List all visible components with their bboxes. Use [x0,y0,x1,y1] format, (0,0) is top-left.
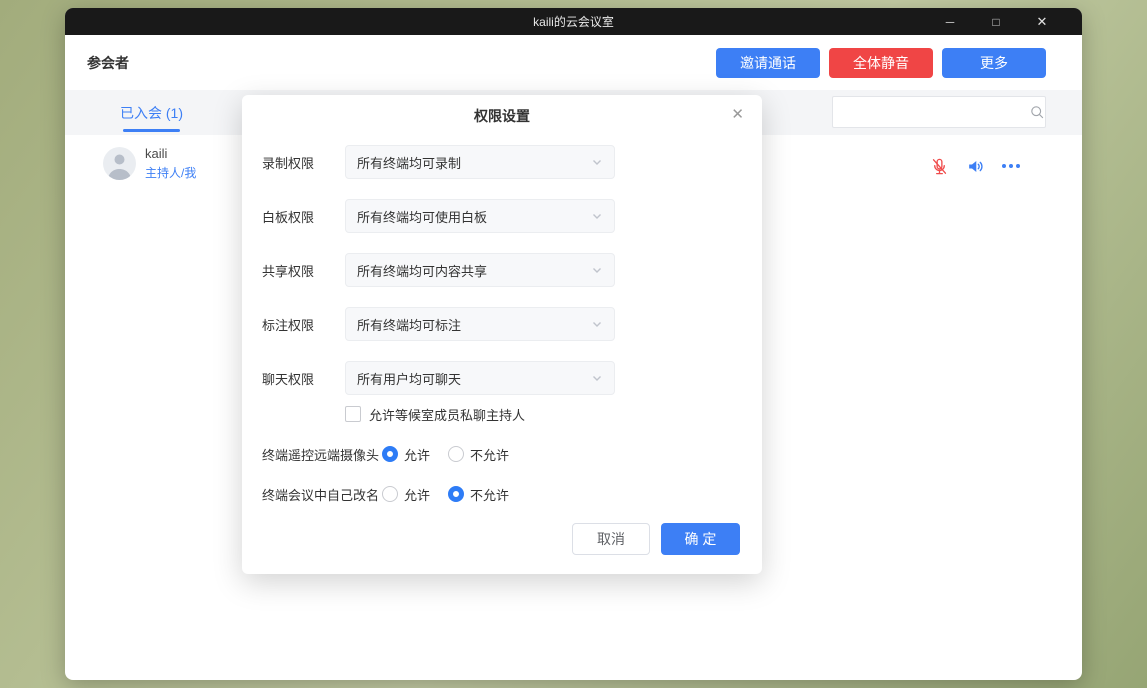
chat-permission-select[interactable]: 所有用户均可聊天 [345,361,615,395]
recording-permission-select[interactable]: 所有终端均可录制 [345,145,615,179]
sharing-permission-row: 共享权限 所有终端均可内容共享 [262,253,742,287]
row-label: 共享权限 [262,261,345,280]
chevron-down-icon [591,264,603,276]
more-options-icon[interactable] [1000,155,1022,177]
avatar [103,147,136,180]
participant-actions [928,155,1022,177]
radio-label: 不允许 [470,485,509,504]
participant-name: kaili [145,146,167,161]
whiteboard-permission-row: 白板权限 所有终端均可使用白板 [262,199,742,233]
row-label: 录制权限 [262,153,345,172]
chevron-down-icon [591,372,603,384]
radio-unselected-icon [448,446,464,462]
checkbox-unchecked-icon [345,406,361,422]
selected-value: 所有用户均可聊天 [357,369,461,388]
window-controls: ─ □ ✕ [927,8,1065,35]
participant-role: 主持人/我 [145,164,196,181]
header-buttons: 邀请通话 全体静音 更多 [716,48,1046,78]
row-label: 白板权限 [262,207,345,226]
camera-control-allow-radio[interactable]: 允许 [382,445,430,464]
radio-selected-icon [448,486,464,502]
search-input[interactable] [833,97,1029,127]
radio-label: 允许 [404,445,430,464]
selected-value: 所有终端均可录制 [357,153,461,172]
invite-call-button[interactable]: 邀请通话 [716,48,820,78]
chevron-down-icon [591,210,603,222]
selected-value: 所有终端均可使用白板 [357,207,487,226]
cancel-button[interactable]: 取消 [572,523,650,555]
permission-settings-dialog: 权限设置 ✕ 录制权限 所有终端均可录制 白板权限 所有终端均可使用白板 共享权… [242,95,762,574]
selected-value: 所有终端均可内容共享 [357,261,487,280]
page-title: 参会者 [87,53,129,73]
radio-label: 不允许 [470,445,509,464]
self-rename-row: 终端会议中自己改名 允许 不允许 [262,485,527,503]
radio-label: 允许 [404,485,430,504]
tab-joined[interactable]: 已入会 (1) [120,90,183,135]
speaker-icon[interactable] [964,155,986,177]
camera-control-deny-radio[interactable]: 不允许 [448,445,509,464]
window-title: kaili的云会议室 [533,13,614,30]
selected-value: 所有终端均可标注 [357,315,461,334]
dialog-close-icon[interactable]: ✕ [731,105,744,123]
recording-permission-row: 录制权限 所有终端均可录制 [262,145,742,179]
sharing-permission-select[interactable]: 所有终端均可内容共享 [345,253,615,287]
confirm-button[interactable]: 确 定 [661,523,740,555]
row-label: 终端遥控远端摄像头 [262,445,382,464]
checkbox-label: 允许等候室成员私聊主持人 [369,405,525,424]
annotation-permission-select[interactable]: 所有终端均可标注 [345,307,615,341]
mute-all-button[interactable]: 全体静音 [829,48,933,78]
search-box[interactable] [832,96,1046,128]
microphone-muted-icon[interactable] [928,155,950,177]
whiteboard-permission-select[interactable]: 所有终端均可使用白板 [345,199,615,233]
maximize-button[interactable]: □ [973,8,1019,35]
more-button[interactable]: 更多 [942,48,1046,78]
rename-deny-radio[interactable]: 不允许 [448,485,509,504]
chevron-down-icon [591,318,603,330]
annotation-permission-row: 标注权限 所有终端均可标注 [262,307,742,341]
participants-header: 参会者 邀请通话 全体静音 更多 [65,35,1082,90]
radio-selected-icon [382,446,398,462]
dialog-title: 权限设置 [242,106,762,126]
close-window-button[interactable]: ✕ [1019,8,1065,35]
row-label: 终端会议中自己改名 [262,485,382,504]
window-titlebar: kaili的云会议室 ─ □ ✕ [65,8,1082,35]
waiting-room-private-chat-checkbox[interactable]: 允许等候室成员私聊主持人 [345,406,525,422]
rename-allow-radio[interactable]: 允许 [382,485,430,504]
row-label: 聊天权限 [262,369,345,388]
search-icon [1029,104,1045,120]
radio-unselected-icon [382,486,398,502]
camera-remote-control-row: 终端遥控远端摄像头 允许 不允许 [262,445,527,463]
row-label: 标注权限 [262,315,345,334]
chat-permission-row: 聊天权限 所有用户均可聊天 [262,361,742,395]
minimize-button[interactable]: ─ [927,8,973,35]
chevron-down-icon [591,156,603,168]
